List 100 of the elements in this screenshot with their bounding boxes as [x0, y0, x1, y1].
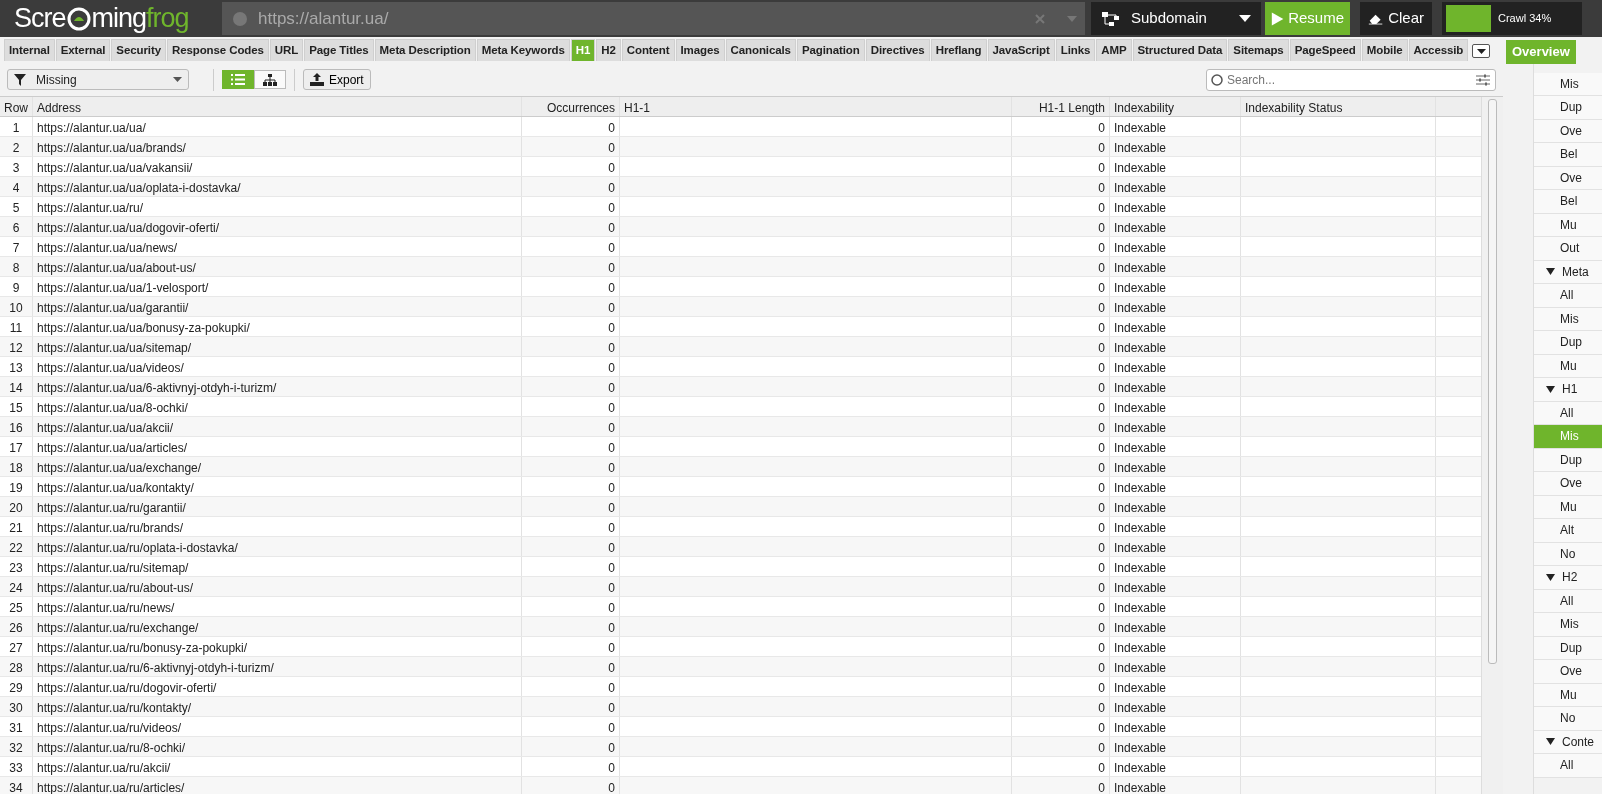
- column-header[interactable]: Occurrences: [522, 96, 620, 116]
- table-cell: 0: [522, 176, 620, 196]
- tree-item[interactable]: Mu: [1534, 683, 1602, 707]
- tab[interactable]: H2: [596, 38, 621, 61]
- table-cell: 0: [1012, 656, 1110, 676]
- tab[interactable]: Sitemaps: [1228, 38, 1289, 61]
- table-cell: 0: [522, 636, 620, 656]
- tree-item[interactable]: Ove: [1534, 119, 1602, 143]
- tab[interactable]: Page Titles: [304, 38, 374, 61]
- mode-dropdown[interactable]: Subdomain: [1091, 2, 1261, 35]
- tree-group[interactable]: Conte: [1534, 730, 1602, 754]
- tab[interactable]: Meta Description: [374, 38, 476, 61]
- table-cell: 0: [522, 496, 620, 516]
- tree-item[interactable]: Dup: [1534, 331, 1602, 355]
- tab[interactable]: JavaScript: [987, 38, 1055, 61]
- column-header[interactable]: H1-1 Length: [1012, 96, 1110, 116]
- tree-item[interactable]: Mis: [1534, 613, 1602, 637]
- tree-item[interactable]: No: [1534, 707, 1602, 731]
- table-cell: https://alantur.ua/ua/sitemap/: [33, 336, 522, 356]
- column-header[interactable]: Address: [33, 96, 522, 116]
- tab[interactable]: URL: [269, 38, 304, 61]
- tree-item[interactable]: Out: [1534, 237, 1602, 261]
- table-cell: 0: [1012, 136, 1110, 156]
- tree-item[interactable]: Ove: [1534, 166, 1602, 190]
- upload-icon: [310, 73, 324, 86]
- expanded-caret-icon[interactable]: [1546, 738, 1555, 746]
- tab[interactable]: Internal: [4, 38, 55, 61]
- tree-view-button[interactable]: [254, 70, 286, 89]
- tab[interactable]: Meta Keywords: [476, 38, 570, 61]
- expanded-caret-icon[interactable]: [1546, 573, 1555, 581]
- tab[interactable]: Structured Data: [1132, 38, 1228, 61]
- expanded-caret-icon[interactable]: [1546, 385, 1555, 393]
- tab[interactable]: Response Codes: [166, 38, 269, 61]
- table-cell: Indexable: [1110, 356, 1241, 376]
- table-cell: Indexable: [1110, 536, 1241, 556]
- tree-item[interactable]: All: [1534, 589, 1602, 613]
- tree-item[interactable]: Ove: [1534, 472, 1602, 496]
- expanded-caret-icon[interactable]: [1546, 268, 1555, 276]
- tree-item[interactable]: Bel: [1534, 190, 1602, 214]
- settings-icon[interactable]: [1476, 73, 1490, 86]
- filter-dropdown[interactable]: Missing: [7, 69, 189, 90]
- table-cell: 0: [522, 196, 620, 216]
- tab[interactable]: Images: [675, 38, 725, 61]
- tree-item[interactable]: No: [1534, 542, 1602, 566]
- tree-item[interactable]: Bel: [1534, 143, 1602, 167]
- tree-item[interactable]: Mis: [1534, 307, 1602, 331]
- table-cell: 21: [0, 516, 33, 536]
- tab[interactable]: Pagination: [796, 38, 865, 61]
- scrollbar[interactable]: [1481, 96, 1503, 794]
- table-cell: 0: [522, 516, 620, 536]
- tree-group[interactable]: H1: [1534, 378, 1602, 402]
- tree-item[interactable]: Mu: [1534, 354, 1602, 378]
- table-cell: https://alantur.ua/ua/articles/: [33, 436, 522, 456]
- tree-item[interactable]: Mis: [1534, 72, 1602, 96]
- table-cell: 0: [1012, 416, 1110, 436]
- table-cell: 0: [522, 256, 620, 276]
- tab[interactable]: Directives: [865, 38, 930, 61]
- tabs-menu-button[interactable]: [1472, 44, 1491, 58]
- tree-group[interactable]: Meta: [1534, 260, 1602, 284]
- clear-button[interactable]: Clear: [1360, 2, 1432, 35]
- tree-group[interactable]: H2: [1534, 566, 1602, 590]
- tree-item[interactable]: All: [1534, 401, 1602, 425]
- table-cell: 0: [522, 396, 620, 416]
- tab[interactable]: Security: [111, 38, 166, 61]
- table-cell: https://alantur.ua/ru/6-aktivnyj-otdyh-i-turizm/: [33, 656, 522, 676]
- column-header[interactable]: Row: [0, 96, 33, 116]
- tree-item[interactable]: Dup: [1534, 636, 1602, 660]
- tab[interactable]: Accessib: [1408, 38, 1469, 61]
- tab[interactable]: AMP: [1096, 38, 1132, 61]
- table-cell: 8: [0, 256, 33, 276]
- export-button[interactable]: Export: [303, 69, 371, 90]
- tab[interactable]: Links: [1055, 38, 1096, 61]
- tab[interactable]: PageSpeed: [1289, 38, 1361, 61]
- column-header[interactable]: Indexability: [1110, 96, 1241, 116]
- tab[interactable]: External: [55, 38, 111, 61]
- table-cell: 34: [0, 776, 33, 794]
- tree-item[interactable]: Dup: [1534, 448, 1602, 472]
- table-cell: Indexable: [1110, 336, 1241, 356]
- table-cell: 0: [1012, 436, 1110, 456]
- table-cell: 0: [522, 736, 620, 756]
- tree-item[interactable]: Mu: [1534, 495, 1602, 519]
- tree-item[interactable]: Alt: [1534, 519, 1602, 543]
- column-header[interactable]: H1-1: [620, 96, 1012, 116]
- tab[interactable]: Hreflang: [930, 38, 987, 61]
- tab[interactable]: Content: [621, 38, 675, 61]
- tree-item[interactable]: Dup: [1534, 96, 1602, 120]
- tree-item[interactable]: Ove: [1534, 660, 1602, 684]
- table-cell: 0: [522, 216, 620, 236]
- table-cell: 0: [522, 316, 620, 336]
- tree-item[interactable]: All: [1534, 754, 1602, 778]
- tab[interactable]: Canonicals: [725, 38, 796, 61]
- list-icon: [231, 74, 245, 85]
- search-field[interactable]: Search...: [1206, 68, 1496, 91]
- tree-item[interactable]: Mu: [1534, 213, 1602, 237]
- tab[interactable]: Mobile: [1361, 38, 1408, 61]
- column-header[interactable]: Indexability Status: [1241, 96, 1436, 116]
- tree-item[interactable]: All: [1534, 284, 1602, 308]
- table-cell: 10: [0, 296, 33, 316]
- logo: Scre mingfrog: [13, 2, 190, 36]
- table-cell: 0: [522, 156, 620, 176]
